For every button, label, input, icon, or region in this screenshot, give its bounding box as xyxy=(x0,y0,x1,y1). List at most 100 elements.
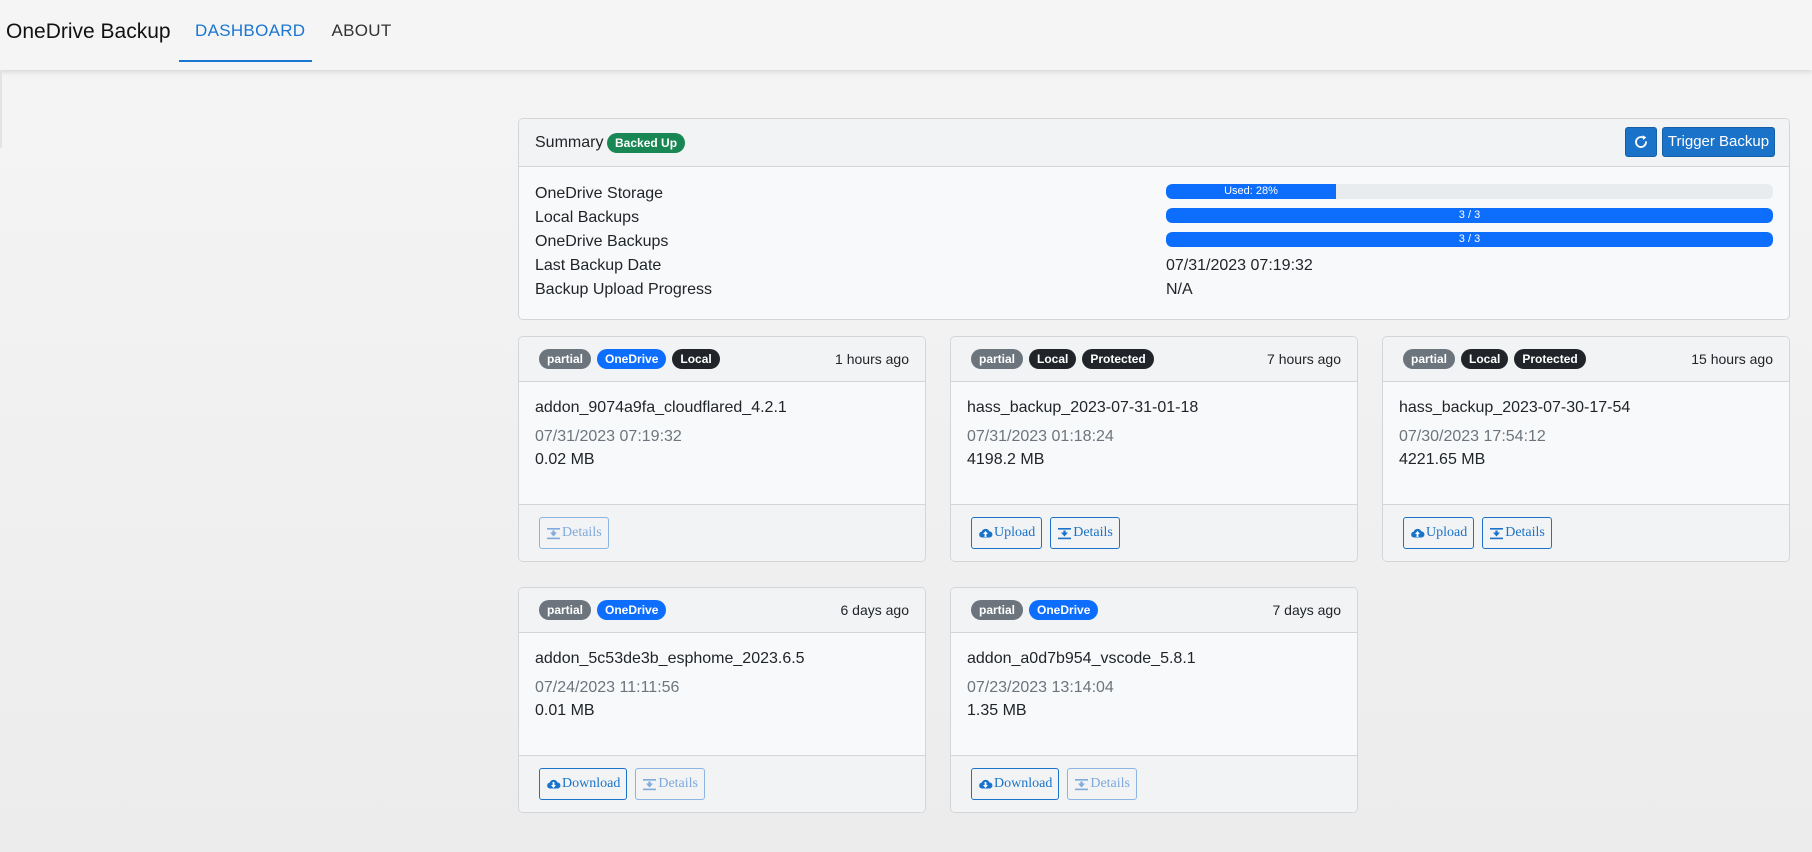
backup-name: addon_5c53de3b_esphome_2023.6.5 xyxy=(535,650,805,667)
backup-card-header: partial OneDrive 6 days ago xyxy=(519,588,925,633)
details-button[interactable]: Details xyxy=(1067,768,1137,800)
backup-actions: Upload Details xyxy=(971,517,1120,549)
summary-label-onedrive-backups: OneDrive Backups xyxy=(535,233,669,250)
backup-badges: partial OneDrive xyxy=(971,600,1099,620)
backup-card-header: partial Local Protected 7 hours ago xyxy=(951,337,1357,382)
backup-actions: Upload Details xyxy=(1403,517,1552,549)
details-button-label: Details xyxy=(1090,776,1130,791)
badge-onedrive: OneDrive xyxy=(597,349,667,369)
backup-time-ago: 7 hours ago xyxy=(1267,351,1341,367)
details-button[interactable]: Details xyxy=(1482,517,1552,549)
refresh-button[interactable] xyxy=(1625,127,1657,157)
last-backup-date-value: 07/31/2023 07:19:32 xyxy=(1166,257,1313,274)
left-divider xyxy=(0,70,2,148)
upload-button[interactable]: Upload xyxy=(971,517,1043,549)
refresh-icon xyxy=(1635,135,1647,148)
backup-card-footer: Download Details xyxy=(951,755,1357,812)
details-icon xyxy=(546,527,561,540)
badge-onedrive: OneDrive xyxy=(597,600,667,620)
upload-button-label: Upload xyxy=(1426,525,1468,540)
tab-dashboard[interactable]: DASHBOARD xyxy=(179,0,312,62)
backup-card: partial OneDrive 6 days ago addon_5c53de3b_… xyxy=(518,587,926,813)
onedrive-storage-bar: Used: 28% xyxy=(1166,184,1336,199)
local-backups-bar: 3 / 3 xyxy=(1166,208,1773,223)
badge-local: Local xyxy=(672,349,720,369)
backup-time-ago: 15 hours ago xyxy=(1691,351,1773,367)
badge-local: Local xyxy=(1461,349,1509,369)
badge-partial: partial xyxy=(539,600,592,620)
backup-card: partial OneDrive 7 days ago addon_a0d7b954_… xyxy=(950,587,1358,813)
backup-card-header: partial Local Protected 15 hours ago xyxy=(1383,337,1789,382)
badge-partial: partial xyxy=(539,349,592,369)
download-button-label: Download xyxy=(994,776,1053,791)
backup-date: 07/31/2023 07:19:32 xyxy=(535,428,682,445)
backup-name: addon_a0d7b954_vscode_5.8.1 xyxy=(967,650,1196,667)
backup-card-footer: Details xyxy=(519,504,925,561)
backup-card-footer: Download Details xyxy=(519,755,925,812)
backup-badges: partial OneDrive xyxy=(539,600,667,620)
trigger-backup-button[interactable]: Trigger Backup xyxy=(1662,127,1775,157)
summary-label-last-backup-date: Last Backup Date xyxy=(535,257,662,274)
onedrive-backups-bar: 3 / 3 xyxy=(1166,232,1773,247)
upload-button-label: Upload xyxy=(994,525,1036,540)
cloud-upload-icon xyxy=(1410,527,1425,540)
download-button[interactable]: Download xyxy=(539,768,628,800)
backup-badges: partial OneDrive Local xyxy=(539,349,720,369)
backup-card: partial Local Protected 15 hours ago hass_ba… xyxy=(1382,336,1790,562)
onedrive-backups-progress: 3 / 3 xyxy=(1166,232,1773,247)
badge-partial: partial xyxy=(971,349,1024,369)
backup-size: 4198.2 MB xyxy=(967,451,1045,468)
backup-card-header: partial OneDrive 7 days ago xyxy=(951,588,1357,633)
badge-protected: Protected xyxy=(1082,349,1154,369)
upload-button[interactable]: Upload xyxy=(1403,517,1475,549)
backup-time-ago: 6 days ago xyxy=(840,602,910,618)
details-button-label: Details xyxy=(658,776,698,791)
status-badge: Backed Up xyxy=(607,133,686,153)
backup-name: hass_backup_2023-07-30-17-54 xyxy=(1399,399,1631,416)
details-button-label: Details xyxy=(1073,525,1113,540)
backup-size: 0.01 MB xyxy=(535,702,595,719)
backup-badges: partial Local Protected xyxy=(1403,349,1586,369)
summary-label-local-backups: Local Backups xyxy=(535,209,640,226)
backup-card-header: partial OneDrive Local 1 hours ago xyxy=(519,337,925,382)
onedrive-storage-progress: Used: 28% xyxy=(1166,184,1773,199)
details-button[interactable]: Details xyxy=(635,768,705,800)
summary-header: Summary Backed Up Trigger Backup xyxy=(519,119,1789,167)
details-button[interactable]: Details xyxy=(539,517,609,549)
backup-date: 07/23/2023 13:14:04 xyxy=(967,679,1114,696)
backup-actions: Download Details xyxy=(539,768,705,800)
local-backups-progress: 3 / 3 xyxy=(1166,208,1773,223)
badge-local: Local xyxy=(1029,349,1077,369)
backup-actions: Details xyxy=(539,517,609,549)
backup-size: 0.02 MB xyxy=(535,451,595,468)
details-icon xyxy=(1074,778,1089,791)
backup-date: 07/31/2023 01:18:24 xyxy=(967,428,1114,445)
backup-card: partial OneDrive Local 1 hours ago addon_907… xyxy=(518,336,926,562)
backup-card-footer: Upload Details xyxy=(1383,504,1789,561)
details-icon xyxy=(1489,527,1504,540)
summary-title: Summary xyxy=(535,134,604,151)
summary-label-upload-progress: Backup Upload Progress xyxy=(535,281,712,298)
cloud-download-icon xyxy=(978,778,993,791)
backup-date: 07/24/2023 11:11:56 xyxy=(535,679,680,696)
backup-time-ago: 1 hours ago xyxy=(835,351,909,367)
cloud-upload-icon xyxy=(978,527,993,540)
badge-protected: Protected xyxy=(1514,349,1586,369)
details-button-label: Details xyxy=(1505,525,1545,540)
backup-date: 07/30/2023 17:54:12 xyxy=(1399,428,1546,445)
tab-about[interactable]: ABOUT xyxy=(312,0,411,62)
cloud-download-icon xyxy=(546,778,561,791)
download-button[interactable]: Download xyxy=(971,768,1060,800)
details-button[interactable]: Details xyxy=(1050,517,1120,549)
backup-card: partial Local Protected 7 hours ago hass_bac… xyxy=(950,336,1358,562)
upload-progress-value: N/A xyxy=(1166,281,1193,298)
summary-label-onedrive-storage: OneDrive Storage xyxy=(535,185,664,202)
backup-size: 4221.65 MB xyxy=(1399,451,1486,468)
backup-name: addon_9074a9fa_cloudflared_4.2.1 xyxy=(535,399,787,416)
badge-partial: partial xyxy=(971,600,1024,620)
details-icon xyxy=(642,778,657,791)
backup-size: 1.35 MB xyxy=(967,702,1027,719)
badge-onedrive: OneDrive xyxy=(1029,600,1099,620)
backup-time-ago: 7 days ago xyxy=(1272,602,1342,618)
details-button-label: Details xyxy=(562,525,602,540)
